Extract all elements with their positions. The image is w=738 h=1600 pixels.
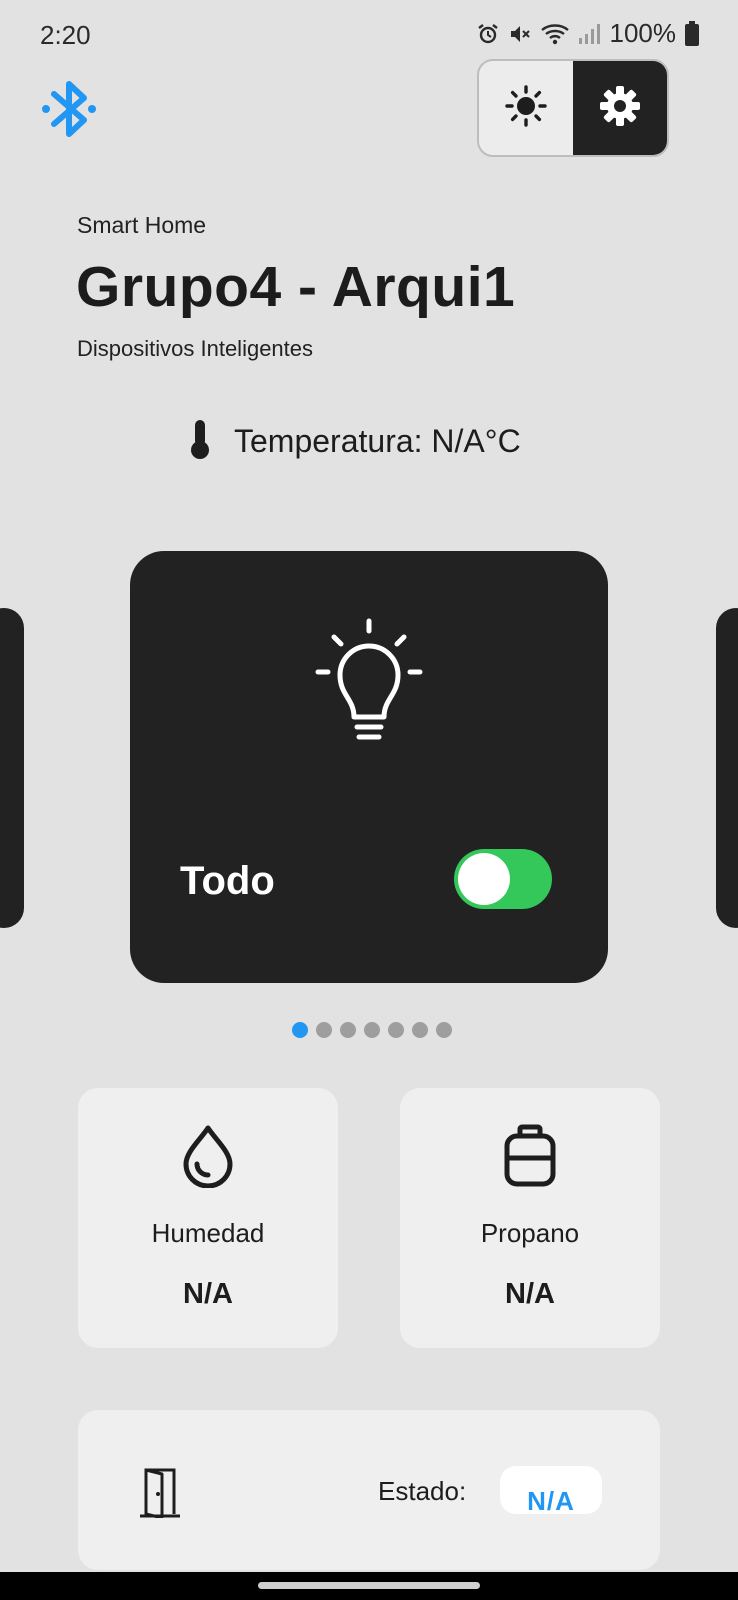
humidity-label: Humedad (151, 1218, 265, 1248)
signal-icon (578, 22, 600, 46)
page-title: Grupo4 - Arqui1 (76, 255, 516, 319)
page-dot-5[interactable] (388, 1022, 404, 1038)
page-subtitle: Dispositivos Inteligentes (77, 336, 314, 361)
page-dot-7[interactable] (436, 1022, 452, 1038)
door-state-badge: N/A (500, 1466, 602, 1514)
bluetooth-icon[interactable] (40, 74, 100, 144)
carousel-previous-card[interactable] (0, 608, 24, 928)
carousel-next-card[interactable] (716, 608, 738, 928)
settings-button[interactable] (573, 61, 667, 155)
app-kicker: Smart Home (77, 212, 207, 238)
humidity-value: N/A (183, 1278, 233, 1310)
temperature-text: Temperatura: N/A°C (234, 423, 521, 459)
home-gesture-handle[interactable] (258, 1582, 480, 1589)
door-state-label: Estado: (378, 1476, 467, 1506)
page-dot-2[interactable] (316, 1022, 332, 1038)
propane-value: N/A (505, 1278, 555, 1310)
battery-icon (684, 20, 700, 47)
door-state-value: N/A (527, 1486, 575, 1514)
carousel-pagination (292, 1022, 452, 1038)
water-drop-icon (178, 1124, 238, 1189)
lightbulb-icon (314, 617, 424, 747)
battery-percentage: 100% (609, 18, 677, 48)
propane-label: Propano (480, 1218, 580, 1248)
sun-icon (504, 84, 548, 133)
page-dot-4[interactable] (364, 1022, 380, 1038)
device-card[interactable]: Todo (130, 551, 608, 983)
status-icons: 100% (476, 18, 701, 49)
theme-toggle[interactable] (477, 59, 669, 157)
screen: 2:20 100% Smart Home Grupo4 - Arqui1 Dis… (0, 0, 738, 1600)
page-dot-3[interactable] (340, 1022, 356, 1038)
humidity-card: Humedad N/A (78, 1088, 338, 1348)
alarm-icon (476, 22, 500, 46)
thermometer-icon (188, 418, 212, 465)
door-icon (138, 1466, 182, 1520)
navigation-bar (0, 1572, 738, 1600)
page-dot-6[interactable] (412, 1022, 428, 1038)
temperature-row: Temperatura: N/A°C (188, 418, 521, 465)
switch-knob (458, 853, 510, 905)
status-time: 2:20 (40, 20, 91, 50)
propane-card: Propano N/A (400, 1088, 660, 1348)
wifi-icon (540, 22, 570, 46)
gear-icon (598, 84, 642, 133)
device-card-label: Todo (180, 859, 275, 903)
page-dot-1[interactable] (292, 1022, 308, 1038)
mute-icon (508, 22, 532, 46)
door-card: Estado: N/A (78, 1410, 660, 1570)
light-mode-button[interactable] (479, 61, 573, 155)
gas-tank-icon (500, 1124, 560, 1188)
device-toggle-switch[interactable] (454, 849, 552, 909)
